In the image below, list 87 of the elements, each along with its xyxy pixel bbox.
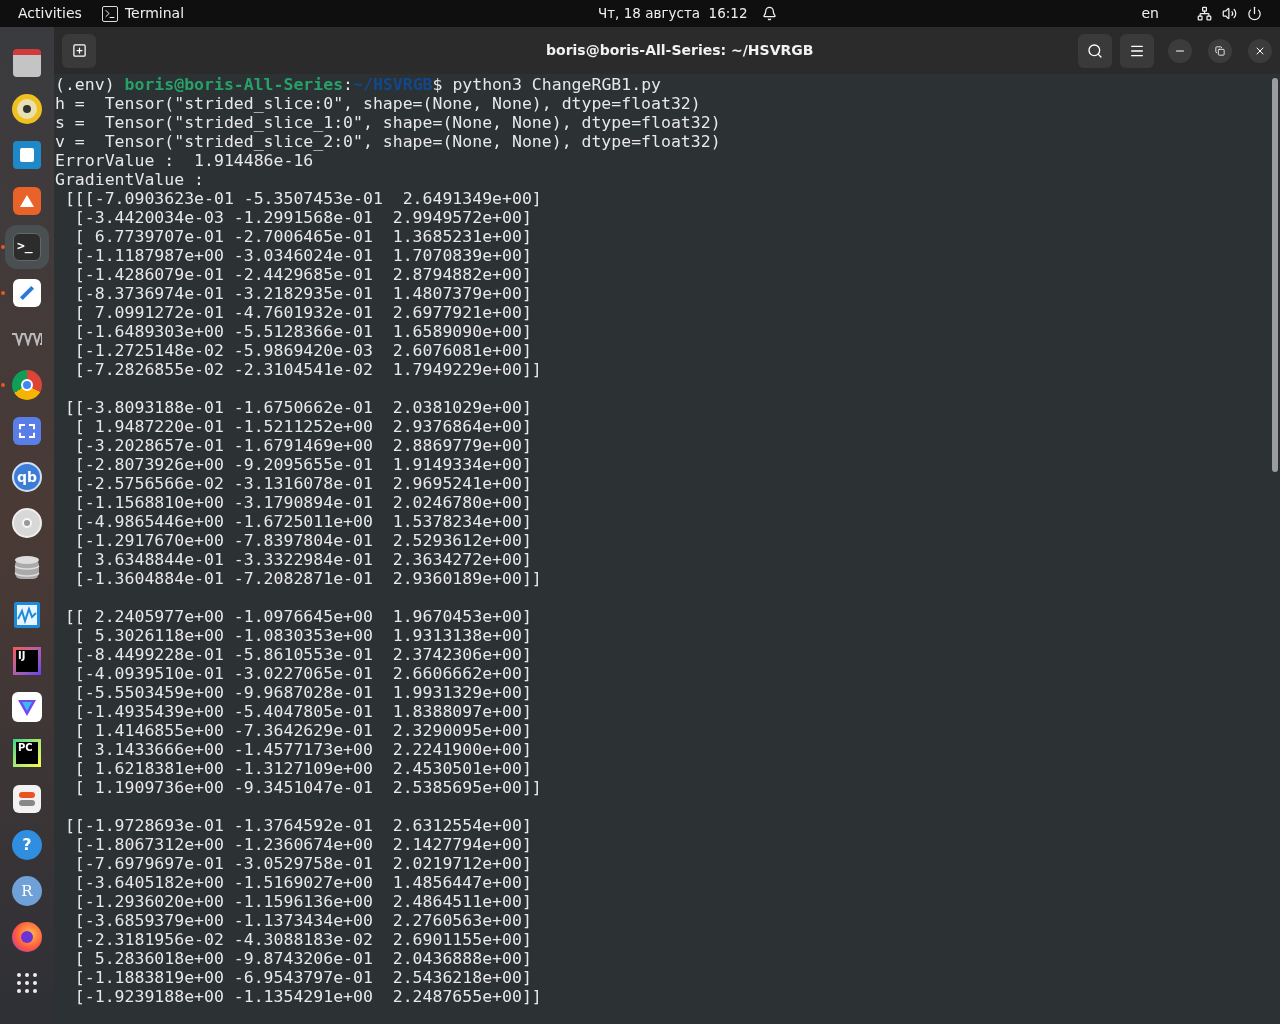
matrix-row-text: [-1.6489303e+00 -5.5128366e-01 1.6589090e+00] — [73, 322, 533, 341]
matrix-row-text: [-1.4935439e+00 -5.4047805e-01 1.8388097e+00] — [73, 702, 533, 721]
matrix-row-text: [-4.0939510e-01 -3.0227065e-01 2.6606662e+00] — [73, 664, 533, 683]
shopping-bag-icon[interactable] — [13, 187, 41, 215]
volume-icon[interactable] — [1222, 6, 1237, 21]
matrix-row-text: [-1.2936020e+00 -1.1596136e+00 2.4864511e+00] — [73, 892, 533, 911]
bell-icon[interactable] — [761, 6, 777, 21]
activity-monitor-icon[interactable] — [13, 601, 41, 629]
output-line: ErrorValue : 1.914486e-16 — [55, 151, 315, 170]
output-line: s = Tensor("strided_slice_1:0", shape=(None, None), dtype=float32) — [55, 113, 722, 132]
network-icon[interactable] — [1197, 6, 1212, 21]
matrix-row-text: [[ 2.2405977e+00 -1.0976645e+00 1.9670453e+00] — [63, 607, 533, 626]
app-menu[interactable]: Terminal — [124, 3, 185, 24]
matrix-row-text: [ 5.2836018e+00 -9.8743206e-01 2.0436888e+00] — [73, 949, 533, 968]
matrix-row-text: [-1.1568810e+00 -3.1790894e-01 2.0246780e+00] — [73, 493, 533, 512]
matrix-row-text: [-4.9865446e+00 -1.6725011e+00 1.5378234e+00] — [73, 512, 533, 531]
speaker-icon[interactable] — [12, 94, 42, 124]
output-line: GradientValue : — [55, 170, 205, 189]
matrix-row-text: [-3.2028657e-01 -1.6791469e+00 2.8869779e+00] — [73, 436, 533, 455]
scrollbar-thumb[interactable] — [1272, 78, 1278, 472]
prompt-text: $ python3 ChangeRGB1.py — [432, 75, 661, 94]
prompt-text: : — [343, 75, 354, 94]
new-tab-icon — [71, 43, 87, 58]
ide-icon[interactable]: IJ — [13, 647, 41, 675]
screenshot-icon[interactable] — [13, 417, 41, 445]
matrix-row-text: [-1.4286079e-01 -2.4429685e-01 2.8794882e+00] — [73, 265, 533, 284]
matrix-row-text: [-1.2725148e-02 -5.9869420e-03 2.6076081e+00] — [73, 341, 533, 360]
output-line: v = Tensor("strided_slice_2:0", shape=(None, None), dtype=float32) — [55, 132, 722, 151]
matrix-row-text: [[-1.9728693e-01 -1.3764592e-01 2.6312554e+00] — [63, 816, 533, 835]
matrix-row-text: [ 1.9487220e-01 -1.5211252e+00 2.9376864e+00] — [73, 417, 533, 436]
matrix-row-text: [ 1.1909736e+00 -9.3451047e-01 2.5385695e+00]] — [73, 778, 543, 797]
torrent-icon[interactable]: qb — [12, 462, 42, 492]
new-tab-button[interactable] — [62, 33, 96, 68]
matrix-row-text: [-1.2917670e+00 -7.8397804e-01 2.5293612e+00] — [73, 531, 533, 550]
activities-button[interactable]: Activities — [18, 3, 82, 24]
matrix-row-text: [-5.5503459e+00 -9.9687028e-01 1.9931329e+00] — [73, 683, 533, 702]
menu-button[interactable] — [1120, 33, 1154, 68]
matrix-row-text: [[-3.8093188e-01 -1.6750662e-01 2.0381029e+00] — [63, 398, 533, 417]
matrix-row-text: [-3.4420034e-03 -1.2991568e-01 2.9949572e+00] — [73, 208, 533, 227]
matrix-row-text: [-3.6405182e+00 -1.5169027e+00 1.4856447e+00] — [73, 873, 533, 892]
matrix-row-text: [-3.6859379e+00 -1.1373434e+00 2.2760563e+00] — [73, 911, 533, 930]
language-indicator[interactable]: en — [1141, 3, 1159, 24]
window-title: boris@boris-All-Series: ~/HSVRGB — [546, 41, 814, 60]
search-button[interactable] — [1078, 33, 1112, 68]
matrix-row-text: [-1.9239188e+00 -1.1354291e+00 2.2487655e+00]] — [73, 987, 543, 1006]
pencil-icon[interactable] — [13, 279, 41, 307]
matrix-row-text: [ 3.6348844e-01 -3.3322984e-01 2.3634272e+00] — [73, 550, 533, 569]
toggle-switches-icon[interactable] — [13, 785, 41, 813]
triangle-logo-icon[interactable] — [12, 692, 42, 722]
terminal-icon[interactable]: >_ — [13, 233, 41, 261]
matrix-row-text: [-1.8067312e+00 -1.2360674e+00 2.1427794e+00] — [73, 835, 533, 854]
prompt-user: boris@boris-All-Series — [124, 75, 344, 94]
matrix-row-text: [-1.1883819e+00 -6.9543797e-01 2.5436218e+00] — [73, 968, 533, 987]
firefox-icon[interactable] — [12, 922, 42, 952]
matrix-row-text: [-2.8073926e+00 -9.2095655e-01 1.9149334e+00] — [73, 455, 533, 474]
zigzag-icon[interactable] — [12, 332, 42, 346]
matrix-row-text: [-2.5756566e-02 -3.1316078e-01 2.9695241e+00] — [73, 474, 533, 493]
matrix-row-text: [-8.4499228e-01 -5.8610553e-01 2.3742306e+00] — [73, 645, 533, 664]
matrix-row-text: [ 3.1433666e+00 -1.4577173e+00 2.2241900e+00] — [73, 740, 533, 759]
folder-icon[interactable] — [13, 49, 41, 77]
minimize-button[interactable] — [1168, 38, 1192, 63]
matrix-row-text: [[[-7.0903623e-01 -5.3507453e-01 2.6491349e+00] — [63, 189, 543, 208]
matrix-row-text: [ 7.0991272e-01 -4.7601932e-01 2.6977921e+00] — [73, 303, 533, 322]
output-line: h = Tensor("strided_slice:0", shape=(None, None), dtype=float32) — [55, 94, 702, 113]
matrix-row-text: [-7.2826855e-02 -2.3104541e-02 1.7949229e+00]] — [73, 360, 543, 379]
close-button[interactable] — [1248, 38, 1272, 63]
prompt-text: (.env) — [55, 75, 116, 94]
document-icon[interactable] — [13, 141, 41, 169]
app-grid-icon[interactable] — [17, 973, 37, 993]
restore-icon — [1215, 45, 1225, 56]
search-icon — [1087, 42, 1103, 59]
matrix-row-text: [-1.3604884e-01 -7.2082871e-01 2.9360189e+00]] — [73, 569, 543, 588]
matrix-row-text: [-7.6979697e-01 -3.0529758e-01 2.0219712e+00] — [73, 854, 533, 873]
maximize-button[interactable] — [1208, 38, 1232, 63]
matrix-row-text: [-8.3736974e-01 -3.2182935e-01 1.4807379e+00] — [73, 284, 533, 303]
prompt-path: ~/HSVRGB — [353, 75, 433, 94]
clock[interactable]: Чт, 18 августа 16:12 — [598, 3, 748, 24]
matrix-row-text: [ 5.3026118e+00 -1.0830353e+00 1.9313138e+00] — [73, 626, 533, 645]
matrix-row-text: [-1.1187987e+00 -3.0346024e-01 1.7070839e+00] — [73, 246, 533, 265]
terminal-icon — [101, 5, 118, 22]
matrix-row-text: [-2.3181956e-02 -4.3088183e-02 2.6901155e+00] — [73, 930, 533, 949]
ide-icon[interactable]: PC — [13, 739, 41, 767]
matrix-row-text: [ 6.7739707e-01 -2.7006465e-01 1.3685231e+00] — [73, 227, 533, 246]
matrix-row-text: [ 1.4146855e+00 -7.3642629e-01 2.3290095e+00] — [73, 721, 533, 740]
browser-icon[interactable] — [12, 370, 42, 400]
power-icon[interactable] — [1247, 6, 1262, 21]
matrix-row-text: [ 1.6218381e+00 -1.3127109e+00 2.4530501e+00] — [73, 759, 533, 778]
